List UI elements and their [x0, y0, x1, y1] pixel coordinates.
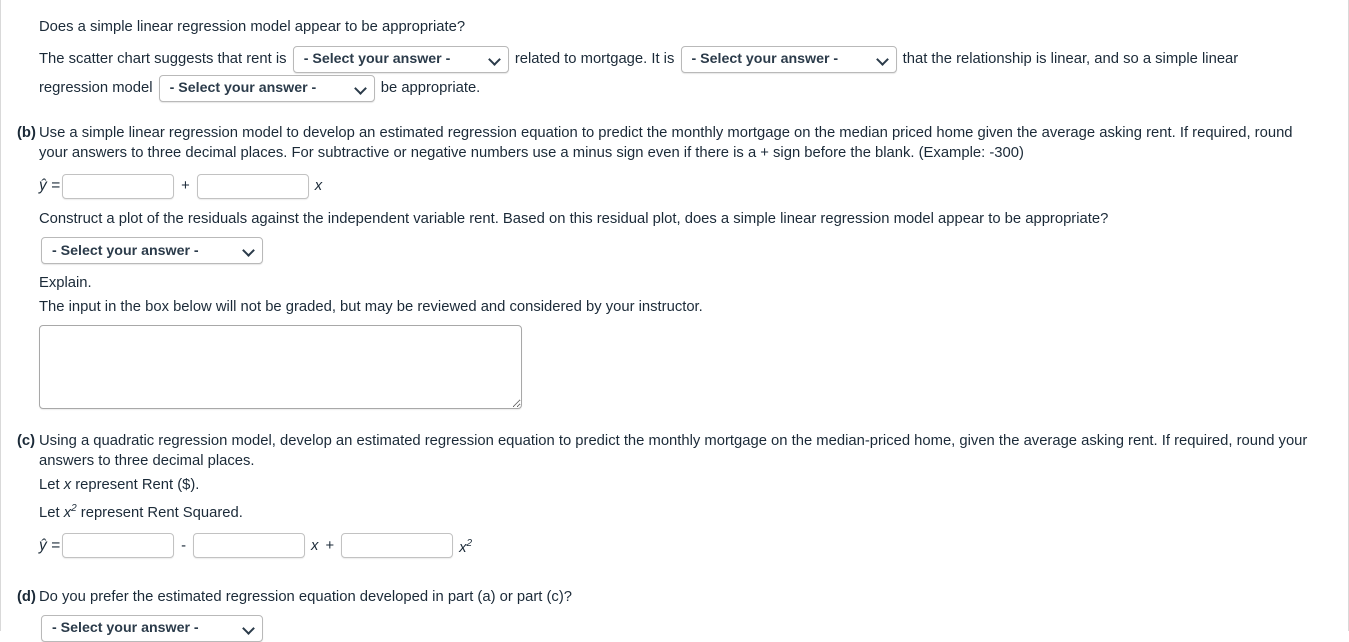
chevron-down-icon	[489, 54, 500, 65]
part-c-variable-x: x	[311, 537, 319, 554]
part-c-prompt: Using a quadratic regression model, deve…	[39, 433, 1308, 469]
chevron-down-icon	[355, 83, 366, 94]
part-d-prompt: Do you prefer the estimated regression e…	[39, 588, 572, 605]
part-c-let-x-var: x	[63, 477, 72, 493]
part-b-label: (b)	[17, 125, 36, 141]
select-rent-relation-label: - Select your answer -	[303, 51, 451, 68]
part-b-residual-prompt: Construct a plot of the residuals agains…	[39, 211, 1109, 227]
part-c-operator-2: +	[325, 537, 335, 554]
chevron-down-icon	[243, 245, 254, 256]
part-b-explain-note: The input in the box below will not be g…	[39, 299, 703, 315]
part-c-let-x-suffix: represent Rent ($).	[75, 477, 200, 493]
part-c: (c) Using a quadratic regression model, …	[17, 431, 1349, 565]
part-b: (b) Use a simple linear regression model…	[17, 123, 1349, 409]
select-model-appropriate[interactable]: - Select your answer -	[158, 74, 375, 102]
part-a-sentence-line-2: regression model - Select your answer - …	[39, 74, 1349, 102]
part-c-operator-1: -	[181, 537, 187, 554]
part-a-tail-block: Does a simple linear regression model ap…	[17, 0, 1349, 102]
part-b-slope-input[interactable]	[196, 173, 309, 199]
part-a-text-3: that the relationship is linear, and so …	[902, 51, 1239, 67]
part-c-label: (c)	[17, 433, 36, 449]
part-b-variable-x: x	[314, 178, 323, 194]
select-preferred-equation-label: - Select your answer -	[52, 620, 199, 637]
part-c-coefficient-b-input[interactable]	[193, 533, 306, 559]
select-residual-appropriate-label: - Select your answer -	[52, 242, 199, 259]
part-c-variable-x-squared-exponent: 2	[466, 537, 473, 549]
part-d-select-row: - Select your answer -	[39, 614, 1349, 642]
chevron-down-icon	[243, 623, 254, 634]
part-c-let-x2-prefix: Let	[39, 504, 60, 521]
select-preferred-equation[interactable]: - Select your answer -	[41, 614, 263, 642]
part-c-yhat-label: ŷ =	[39, 536, 61, 554]
part-c-equation-row: ŷ = - x + x2	[39, 527, 1349, 565]
part-a-sentence-line-1: The scatter chart suggests that rent is …	[39, 45, 1349, 73]
part-c-let-x-prefix: Let	[39, 477, 60, 493]
exercise-page: Does a simple linear regression model ap…	[0, 0, 1349, 642]
select-residual-appropriate[interactable]: - Select your answer -	[41, 237, 263, 264]
part-a-question: Does a simple linear regression model ap…	[39, 19, 466, 35]
part-b-yhat-label: ŷ =	[39, 177, 61, 194]
part-c-variable-x-squared: x2	[453, 527, 472, 565]
part-c-variable-x-squared-base: x	[459, 539, 467, 556]
part-a-text-2: related to mortgage. It is	[514, 51, 675, 67]
part-b-residual-select-row: - Select your answer -	[39, 237, 1349, 264]
part-b-operator: +	[181, 178, 190, 194]
part-b-prompt: Use a simple linear regression model to …	[39, 125, 1293, 161]
chevron-down-icon	[877, 54, 888, 65]
part-b-equation-row: ŷ = + x	[39, 169, 1349, 203]
select-rent-relation[interactable]: - Select your answer -	[292, 45, 509, 73]
part-d: (d) Do you prefer the estimated regressi…	[17, 587, 1349, 642]
part-d-label: (d)	[17, 588, 36, 605]
part-c-let-x2-var: x	[63, 504, 72, 521]
part-b-explain-textarea[interactable]	[39, 325, 522, 409]
part-b-explain-label: Explain.	[39, 275, 92, 291]
select-linearity-confidence[interactable]: - Select your answer -	[680, 45, 897, 73]
part-a-text-5: be appropriate.	[380, 80, 481, 96]
part-c-let-x2-suffix: represent Rent Squared.	[80, 504, 243, 521]
part-c-coefficient-c-input[interactable]	[341, 533, 454, 559]
part-c-let-x2-exponent: 2	[71, 503, 77, 514]
part-a-text-4: regression model	[39, 80, 153, 96]
content-container: Does a simple linear regression model ap…	[1, 0, 1349, 642]
select-linearity-confidence-label: - Select your answer -	[691, 51, 839, 68]
select-model-appropriate-label: - Select your answer -	[169, 80, 317, 97]
part-b-intercept-input[interactable]	[62, 173, 175, 199]
part-c-coefficient-a-input[interactable]	[62, 533, 175, 559]
part-c-let-x: Let x represent Rent ($).	[39, 475, 1349, 495]
part-a-text-1: The scatter chart suggests that rent is	[39, 51, 287, 67]
part-c-let-x-squared: Let x2 represent Rent Squared.	[39, 499, 1349, 523]
